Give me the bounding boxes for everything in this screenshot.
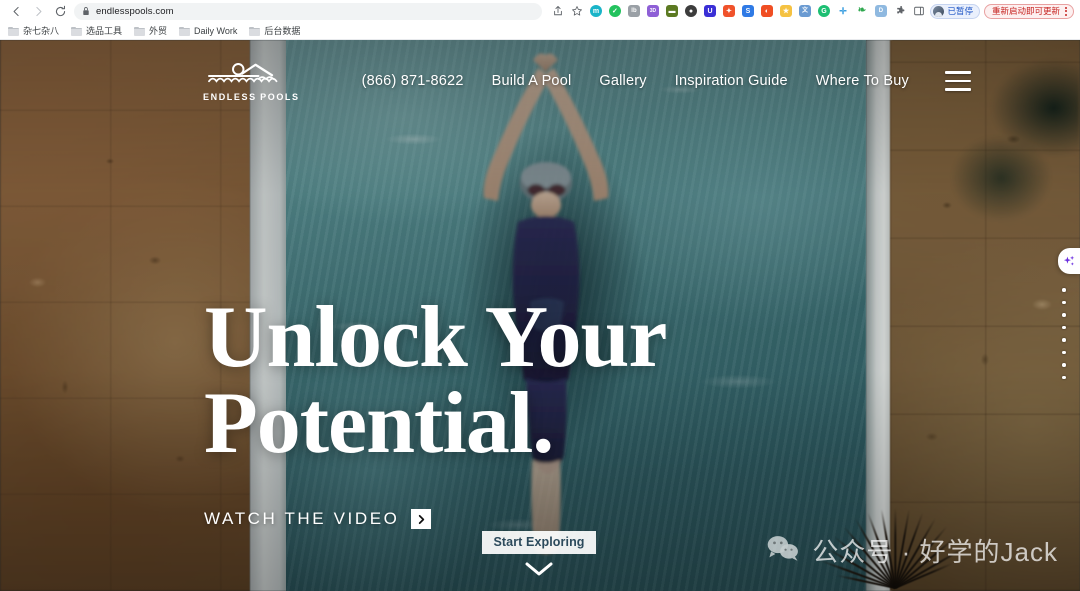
dot-indicator[interactable] <box>1062 338 1066 342</box>
bookmark-label: 杂七杂八 <box>23 26 60 36</box>
dot-indicator[interactable] <box>1062 300 1066 304</box>
hero-headline: Unlock Your Potential. <box>204 289 667 473</box>
webpage-viewport: ENDLESS POOLS (866) 871-8622 Build A Poo… <box>0 40 1080 591</box>
lock-icon <box>82 6 90 16</box>
extension-icon-3d[interactable]: 3D <box>643 2 662 21</box>
chevron-right-icon[interactable] <box>411 509 432 530</box>
url-text: endlesspools.com <box>96 5 174 17</box>
primary-nav-links: (866) 871-8622 Build A Pool Gallery Insp… <box>362 73 909 89</box>
nav-link-build-a-pool[interactable]: Build A Pool <box>492 73 572 89</box>
side-widget <box>1058 248 1080 379</box>
section-dot-rail <box>1062 288 1066 379</box>
extension-icon-similar[interactable]: S <box>738 2 757 21</box>
folder-icon <box>249 26 261 36</box>
update-button[interactable]: 重新启动即可更新 <box>983 3 1074 19</box>
profile-status-label: 已暂停 <box>947 6 973 16</box>
endless-pools-logo[interactable]: ENDLESS POOLS <box>203 61 300 102</box>
folder-icon <box>179 26 191 36</box>
side-panel-icon[interactable] <box>909 2 928 21</box>
bookmark-label: Daily Work <box>194 25 238 36</box>
update-label: 重新启动即可更新 <box>991 6 1060 16</box>
extensions-puzzle-icon[interactable] <box>890 2 909 21</box>
dot-indicator[interactable] <box>1062 350 1066 354</box>
extension-icon-sparkle[interactable]: ✛ <box>833 2 852 21</box>
site-navigation: ENDLESS POOLS (866) 871-8622 Build A Poo… <box>0 40 1080 108</box>
bookmark-folder-1[interactable]: 选品工具 <box>71 24 122 37</box>
dot-indicator[interactable] <box>1062 313 1066 317</box>
logo-mark-icon <box>208 62 278 83</box>
browser-chrome: endlesspools.com m ✓ lb 3D ▬ ● U ✦ S ◐ ★… <box>0 0 1080 40</box>
extension-icon-video[interactable]: ▬ <box>662 2 681 21</box>
bookmarks-bar: 杂七杂八 选品工具 外贸 Daily Work 后台数据 <box>0 22 1080 40</box>
hero-content: Unlock Your Potential. WATCH THE VIDEO <box>204 289 667 530</box>
extension-icon-mega[interactable]: m <box>586 2 605 21</box>
share-icon[interactable] <box>548 2 567 21</box>
logo-wordmark: ENDLESS POOLS <box>203 91 300 102</box>
extension-icon-g[interactable]: G <box>814 2 833 21</box>
bookmark-folder-4[interactable]: 后台数据 <box>249 24 300 37</box>
extension-icon-leaf[interactable]: ❧ <box>852 2 871 21</box>
toolbar-right: m ✓ lb 3D ▬ ● U ✦ S ◐ ★ 文 G ✛ ❧ D 已暂停 重新… <box>548 2 1074 21</box>
bookmark-folder-3[interactable]: Daily Work <box>179 26 237 36</box>
chevron-down-icon[interactable] <box>523 560 555 583</box>
extension-icon-lighthouse[interactable]: lb <box>624 2 643 21</box>
profile-status-pill[interactable]: 已暂停 <box>930 3 980 19</box>
dot-indicator[interactable] <box>1062 375 1066 379</box>
watch-the-video-button[interactable]: WATCH THE VIDEO <box>204 509 432 530</box>
folder-icon <box>134 26 146 36</box>
extension-icon-timer[interactable]: ◐ <box>757 2 776 21</box>
kebab-menu-icon[interactable] <box>1063 6 1069 16</box>
dot-indicator[interactable] <box>1062 325 1066 329</box>
address-bar[interactable]: endlesspools.com <box>74 2 543 20</box>
extension-icon-puzzle-red[interactable]: ✦ <box>719 2 738 21</box>
dot-indicator[interactable] <box>1062 288 1066 292</box>
folder-icon <box>71 26 83 36</box>
bookmark-star-icon[interactable] <box>567 2 586 21</box>
nav-link-phone[interactable]: (866) 871-8622 <box>362 73 464 89</box>
dot-indicator[interactable] <box>1062 363 1066 367</box>
extension-icon-dark[interactable]: ● <box>681 2 700 21</box>
nav-link-gallery[interactable]: Gallery <box>599 73 646 89</box>
nav-link-inspiration-guide[interactable]: Inspiration Guide <box>675 73 788 89</box>
browser-toolbar: endlesspools.com m ✓ lb 3D ▬ ● U ✦ S ◐ ★… <box>0 0 1080 22</box>
extension-icon-translate[interactable]: 文 <box>795 2 814 21</box>
extension-icon-grammar[interactable]: ✓ <box>605 2 624 21</box>
sparkle-ai-icon[interactable] <box>1058 248 1080 274</box>
bookmark-folder-2[interactable]: 外贸 <box>134 24 167 37</box>
forward-icon[interactable] <box>28 1 48 21</box>
bookmark-folder-0[interactable]: 杂七杂八 <box>8 24 59 37</box>
avatar <box>933 5 945 17</box>
watch-video-label: WATCH THE VIDEO <box>204 509 400 529</box>
reload-icon[interactable] <box>50 1 70 21</box>
start-exploring-label[interactable]: Start Exploring <box>482 531 596 554</box>
nav-link-where-to-buy[interactable]: Where To Buy <box>816 73 909 89</box>
bookmark-label: 外贸 <box>149 26 168 36</box>
bookmark-label: 后台数据 <box>264 26 301 36</box>
navigation-buttons <box>6 1 70 21</box>
extension-icon-star[interactable]: ★ <box>776 2 795 21</box>
extension-icon-u[interactable]: U <box>700 2 719 21</box>
extension-icon-db[interactable]: D <box>871 2 890 21</box>
start-exploring-control[interactable]: Start Exploring <box>0 531 1080 583</box>
bookmark-label: 选品工具 <box>86 26 123 36</box>
back-icon[interactable] <box>6 1 26 21</box>
folder-icon <box>8 26 19 36</box>
hamburger-menu-icon[interactable] <box>944 71 971 91</box>
